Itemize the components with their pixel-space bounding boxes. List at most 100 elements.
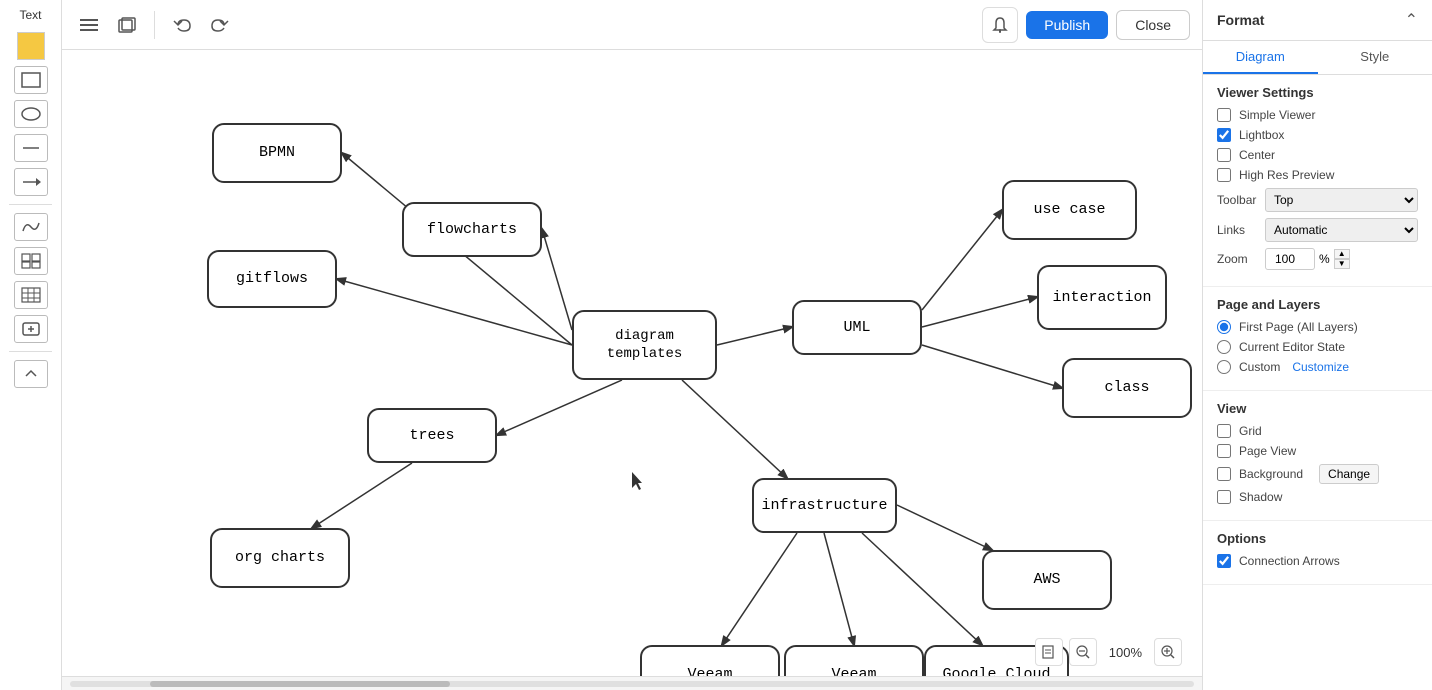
menu-button[interactable]: [74, 10, 104, 40]
node-use-case[interactable]: use case: [1002, 180, 1137, 240]
zoom-up-button[interactable]: ▲: [1334, 249, 1350, 259]
center-checkbox[interactable]: [1217, 148, 1231, 162]
background-checkbox[interactable]: [1217, 467, 1231, 481]
bottom-zoom-value: 100%: [1103, 641, 1148, 664]
connection-arrows-label: Connection Arrows: [1239, 554, 1340, 568]
scrollbar-thumb[interactable]: [150, 681, 450, 687]
custom-label: Custom: [1239, 360, 1280, 374]
arrow-tool[interactable]: [14, 168, 48, 196]
zoom-row: Zoom % ▲ ▼: [1217, 248, 1418, 270]
change-background-button[interactable]: Change: [1319, 464, 1379, 484]
shadow-row: Shadow: [1217, 490, 1418, 504]
toolbar-select[interactable]: Top Bottom Left Right None: [1265, 188, 1418, 212]
toolbar-divider2: [9, 351, 51, 352]
node-flowcharts[interactable]: flowcharts: [402, 202, 542, 257]
text-tool-label: Text: [19, 8, 41, 22]
lightbox-row: Lightbox: [1217, 128, 1418, 142]
page-view-label: Page View: [1239, 444, 1296, 458]
line-tool[interactable]: [14, 134, 48, 162]
viewer-settings-section: Viewer Settings Simple Viewer Lightbox C…: [1203, 75, 1432, 287]
node-class[interactable]: class: [1062, 358, 1192, 418]
node-bpmn[interactable]: BPMN: [212, 123, 342, 183]
lightbox-checkbox[interactable]: [1217, 128, 1231, 142]
collapse-tool[interactable]: [14, 360, 48, 388]
node-org-charts[interactable]: org charts: [210, 528, 350, 588]
high-res-label: High Res Preview: [1239, 168, 1334, 182]
color-swatch[interactable]: [17, 32, 45, 60]
node-uml[interactable]: UML: [792, 300, 922, 355]
zoom-controls: % ▲ ▼: [1265, 248, 1350, 270]
high-res-row: High Res Preview: [1217, 168, 1418, 182]
redo-button[interactable]: [205, 10, 235, 40]
connection-arrows-checkbox[interactable]: [1217, 554, 1231, 568]
tab-style[interactable]: Style: [1318, 41, 1432, 74]
node-gitflows[interactable]: gitflows: [207, 250, 337, 308]
panel-header: Format ⌃: [1203, 0, 1432, 41]
panel-tabs: Diagram Style: [1203, 41, 1432, 75]
zoom-input[interactable]: [1265, 248, 1315, 270]
connection-arrows-row: Connection Arrows: [1217, 554, 1418, 568]
options-section: Options Connection Arrows: [1203, 521, 1432, 585]
links-select[interactable]: Automatic New Window Same Window: [1265, 218, 1418, 242]
shapes-tool[interactable]: [14, 247, 48, 275]
zoom-spinner: ▲ ▼: [1334, 249, 1350, 269]
zoom-down-button[interactable]: ▼: [1334, 259, 1350, 269]
panel-title: Format: [1217, 12, 1264, 28]
node-veeam1[interactable]: Veeam: [640, 645, 780, 676]
center-label: Center: [1239, 148, 1275, 162]
scrollbar-track[interactable]: [70, 681, 1194, 687]
tab-diagram[interactable]: Diagram: [1203, 41, 1318, 74]
canvas[interactable]: BPMN flowcharts gitflows diagram templat…: [62, 50, 1202, 676]
rectangle-tool[interactable]: [14, 66, 48, 94]
node-veeam2[interactable]: Veeam: [784, 645, 924, 676]
publish-button[interactable]: Publish: [1026, 11, 1108, 39]
first-page-label: First Page (All Layers): [1239, 320, 1358, 334]
links-label: Links: [1217, 223, 1259, 237]
viewer-settings-title: Viewer Settings: [1217, 85, 1418, 100]
zoom-out-button[interactable]: [1069, 638, 1097, 666]
background-row: Background Change: [1217, 464, 1418, 484]
shadow-checkbox[interactable]: [1217, 490, 1231, 504]
first-page-row: First Page (All Layers): [1217, 320, 1418, 334]
node-diagram-templates[interactable]: diagram templates: [572, 310, 717, 380]
custom-radio[interactable]: [1217, 360, 1231, 374]
high-res-checkbox[interactable]: [1217, 168, 1231, 182]
view-section: View Grid Page View Background Change Sh…: [1203, 391, 1432, 521]
table-tool[interactable]: [14, 281, 48, 309]
simple-viewer-label: Simple Viewer: [1239, 108, 1315, 122]
undo-button[interactable]: [167, 10, 197, 40]
lightbox-label: Lightbox: [1239, 128, 1284, 142]
simple-viewer-checkbox[interactable]: [1217, 108, 1231, 122]
simple-viewer-row: Simple Viewer: [1217, 108, 1418, 122]
panel-collapse-button[interactable]: ⌃: [1405, 10, 1418, 30]
freehand-tool[interactable]: [14, 213, 48, 241]
view-title: View: [1217, 401, 1418, 416]
node-trees[interactable]: trees: [367, 408, 497, 463]
customize-link[interactable]: Customize: [1292, 360, 1349, 374]
options-title: Options: [1217, 531, 1418, 546]
node-aws[interactable]: AWS: [982, 550, 1112, 610]
node-infrastructure[interactable]: infrastructure: [752, 478, 897, 533]
ellipse-tool[interactable]: [14, 100, 48, 128]
cursor: [632, 472, 642, 490]
node-interaction[interactable]: interaction: [1037, 265, 1167, 330]
right-panel: Format ⌃ Diagram Style Viewer Settings S…: [1202, 0, 1432, 690]
shadow-label: Shadow: [1239, 490, 1282, 504]
insert-tool[interactable]: [14, 315, 48, 343]
grid-checkbox[interactable]: [1217, 424, 1231, 438]
zoom-in-button[interactable]: [1154, 638, 1182, 666]
horizontal-scrollbar[interactable]: [62, 676, 1202, 690]
toolbar-row: Toolbar Top Bottom Left Right None: [1217, 188, 1418, 212]
first-page-radio[interactable]: [1217, 320, 1231, 334]
zoom-label: Zoom: [1217, 252, 1259, 266]
header-separator: [154, 11, 155, 39]
close-button[interactable]: Close: [1116, 10, 1190, 40]
background-label: Background: [1239, 467, 1303, 481]
page-icon-button[interactable]: [1035, 638, 1063, 666]
center-row: Center: [1217, 148, 1418, 162]
current-editor-radio[interactable]: [1217, 340, 1231, 354]
page-view-checkbox[interactable]: [1217, 444, 1231, 458]
pages-button[interactable]: [112, 10, 142, 40]
notification-button[interactable]: [982, 7, 1018, 43]
page-layers-title: Page and Layers: [1217, 297, 1418, 312]
